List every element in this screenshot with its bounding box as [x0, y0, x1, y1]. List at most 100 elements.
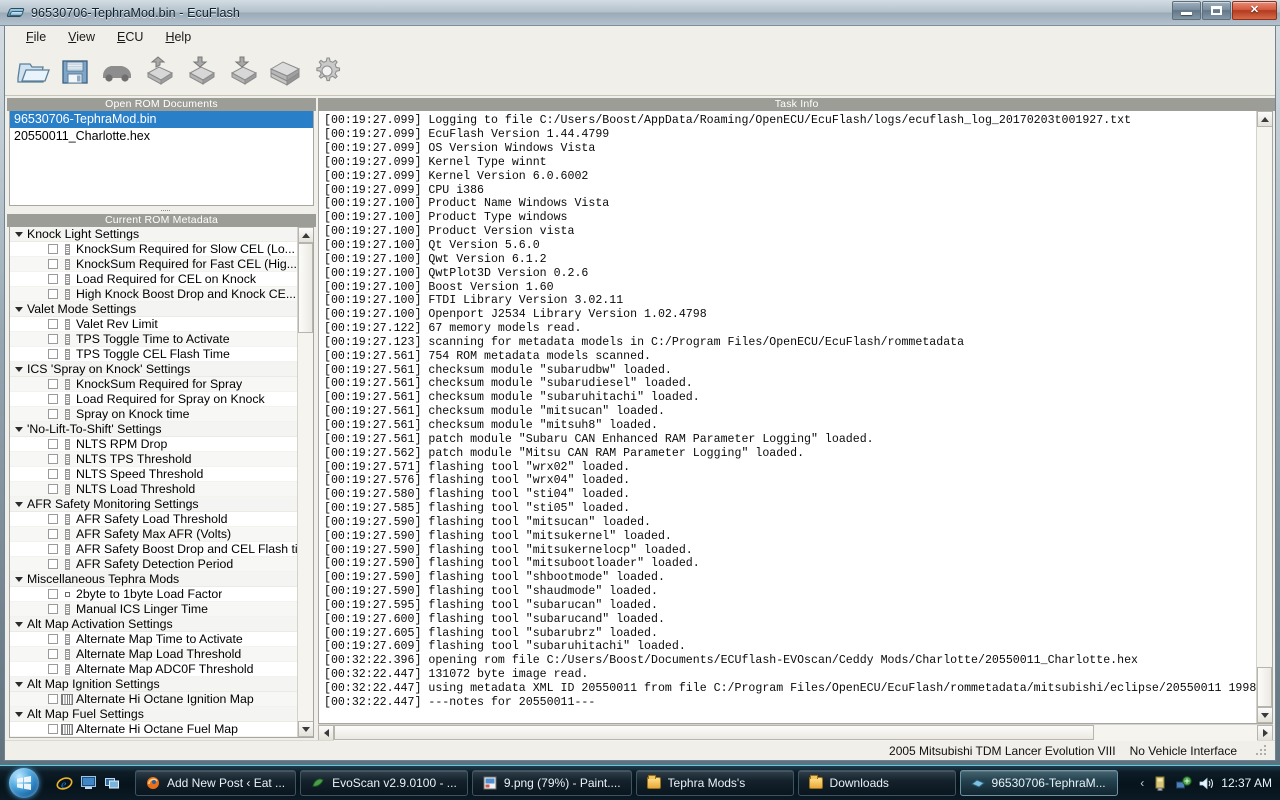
log-scroll-right-button[interactable] [1257, 724, 1274, 741]
chevron-down-icon[interactable] [10, 366, 27, 372]
tree-item[interactable]: AFR Safety Boost Drop and CEL Flash ti..… [10, 542, 297, 558]
tree-item[interactable]: AFR Safety Detection Period [10, 557, 297, 573]
log-vertical-scrollbar[interactable] [1256, 111, 1273, 724]
chip-stack-icon[interactable] [265, 51, 305, 91]
tree-item-checkbox[interactable] [48, 649, 58, 660]
rom-document-item[interactable]: 96530706-TephraMod.bin [10, 111, 313, 129]
tree-vertical-scrollbar[interactable] [297, 227, 313, 738]
tray-expand-chevron-icon[interactable]: ‹ [1138, 776, 1146, 790]
tree-scroll-track[interactable] [297, 243, 313, 722]
tree-item[interactable]: Alternate Map Load Threshold [10, 647, 297, 663]
tree-group-header[interactable]: Knock Light Settings [10, 227, 297, 243]
tree-item-checkbox[interactable] [48, 529, 58, 540]
menu-help[interactable]: Help [154, 28, 202, 46]
tree-item[interactable]: NLTS RPM Drop [10, 437, 297, 453]
chevron-down-icon[interactable] [10, 306, 27, 312]
chip-down-icon[interactable] [181, 51, 221, 91]
minimize-button[interactable] [1172, 1, 1201, 20]
tree-item[interactable]: Valet Rev Limit [10, 317, 297, 333]
tree-group-header[interactable]: ICS 'Spray on Knock' Settings [10, 362, 297, 378]
tree-item[interactable]: 2byte to 1byte Load Factor [10, 587, 297, 603]
show-desktop-icon[interactable] [80, 775, 97, 792]
tree-item[interactable]: AFR Safety Load Threshold [10, 512, 297, 528]
tree-group-header[interactable]: Alt Map Ignition Settings [10, 677, 297, 693]
tree-group-header[interactable]: Miscellaneous Tephra Mods [10, 572, 297, 588]
tree-item-checkbox[interactable] [48, 454, 58, 465]
chevron-down-icon[interactable] [10, 621, 27, 627]
tree-item-checkbox[interactable] [48, 259, 58, 270]
floppy-save-icon[interactable] [55, 51, 95, 91]
title-bar[interactable]: 96530706-TephraMod.bin - EcuFlash ✕ [0, 0, 1280, 26]
tree-item-checkbox[interactable] [48, 544, 58, 555]
tree-item-checkbox[interactable] [48, 274, 58, 285]
tree-item-checkbox[interactable] [48, 484, 58, 495]
maximize-button[interactable] [1202, 1, 1231, 20]
tree-item-checkbox[interactable] [48, 604, 58, 615]
chip-up-icon[interactable] [139, 51, 179, 91]
tree-item[interactable]: Load Required for CEL on Knock [10, 272, 297, 288]
tree-item-checkbox[interactable] [48, 439, 58, 450]
tree-item[interactable]: Load Required for Spray on Knock [10, 392, 297, 408]
menu-file[interactable]: File [15, 28, 57, 46]
tree-item[interactable]: KnockSum Required for Fast CEL (Hig... [10, 257, 297, 273]
tree-item-checkbox[interactable] [48, 379, 58, 390]
tree-item-checkbox[interactable] [48, 514, 58, 525]
tree-item[interactable]: TPS Toggle Time to Activate [10, 332, 297, 348]
car-icon[interactable] [97, 51, 137, 91]
log-scroll-down-button[interactable] [1256, 707, 1273, 724]
switch-window-icon[interactable] [104, 775, 121, 792]
log-hscroll-track[interactable] [334, 724, 1258, 741]
tree-item[interactable]: Alternate Hi Octane Ignition Map [10, 692, 297, 708]
tree-group-header[interactable]: 'No-Lift-To-Shift' Settings [10, 422, 297, 438]
tree-item-checkbox[interactable] [48, 244, 58, 255]
tree-item-checkbox[interactable] [48, 724, 58, 735]
menu-view[interactable]: View [57, 28, 106, 46]
log-scroll-track[interactable] [1256, 127, 1273, 708]
taskbar-task[interactable]: Downloads [797, 770, 956, 796]
tray-clock[interactable]: 12:37 AM [1221, 776, 1272, 790]
rom-document-item[interactable]: 20550011_Charlotte.hex [10, 128, 313, 145]
chevron-down-icon[interactable] [10, 681, 27, 687]
tree-item[interactable]: Spray on Knock time [10, 407, 297, 423]
tree-scroll-thumb[interactable] [297, 243, 313, 334]
tree-item-checkbox[interactable] [48, 634, 58, 645]
tree-item[interactable]: KnockSum Required for Spray [10, 377, 297, 393]
task-info-log[interactable]: [00:19:27.099] Logging to file C:/Users/… [319, 111, 1256, 723]
tree-item-checkbox[interactable] [48, 589, 58, 600]
chip-down-alt-icon[interactable] [223, 51, 263, 91]
tree-item-checkbox[interactable] [48, 409, 58, 420]
tree-item-checkbox[interactable] [48, 694, 58, 705]
flash-drive-icon[interactable] [1152, 775, 1169, 792]
start-button[interactable] [0, 766, 48, 800]
tree-item[interactable]: Manual ICS Linger Time [10, 602, 297, 618]
taskbar-task[interactable]: EvoScan v2.9.0100 - ... [300, 770, 468, 796]
log-scroll-up-button[interactable] [1256, 111, 1273, 128]
log-hscroll-thumb[interactable] [334, 724, 1094, 740]
close-button[interactable]: ✕ [1232, 1, 1277, 20]
tree-group-header[interactable]: Valet Mode Settings [10, 302, 297, 318]
tree-item[interactable]: Alternate Map Time to Activate [10, 632, 297, 648]
open-folder-icon[interactable] [13, 51, 53, 91]
tree-group-header[interactable]: Alt Map Activation Settings [10, 617, 297, 633]
panel-splitter[interactable] [7, 206, 316, 214]
chevron-down-icon[interactable] [10, 231, 27, 237]
log-scroll-left-button[interactable] [318, 724, 334, 741]
taskbar-task[interactable]: Add New Post ‹ Eat ... [135, 770, 297, 796]
tree-item-checkbox[interactable] [48, 559, 58, 570]
tree-scroll-up-button[interactable] [297, 227, 313, 244]
tree-item[interactable]: TPS Toggle CEL Flash Time [10, 347, 297, 363]
tree-item[interactable]: KnockSum Required for Slow CEL (Lo... [10, 242, 297, 258]
volume-icon[interactable] [1198, 775, 1215, 792]
chevron-down-icon[interactable] [10, 711, 27, 717]
internet-explorer-icon[interactable]: e [56, 775, 73, 792]
tree-item[interactable]: NLTS TPS Threshold [10, 452, 297, 468]
tree-item[interactable]: High Knock Boost Drop and Knock CE... [10, 287, 297, 303]
tree-item-checkbox[interactable] [48, 469, 58, 480]
log-horizontal-scrollbar[interactable] [318, 724, 1274, 741]
tree-item[interactable]: Alternate Hi Octane Fuel Map [10, 722, 297, 738]
tree-group-header[interactable]: AFR Safety Monitoring Settings [10, 497, 297, 513]
tree-item[interactable]: AFR Safety Max AFR (Volts) [10, 527, 297, 543]
tree-item-checkbox[interactable] [48, 664, 58, 675]
tree-item-checkbox[interactable] [48, 349, 58, 360]
taskbar-task[interactable]: 96530706-TephraM... [959, 770, 1118, 796]
